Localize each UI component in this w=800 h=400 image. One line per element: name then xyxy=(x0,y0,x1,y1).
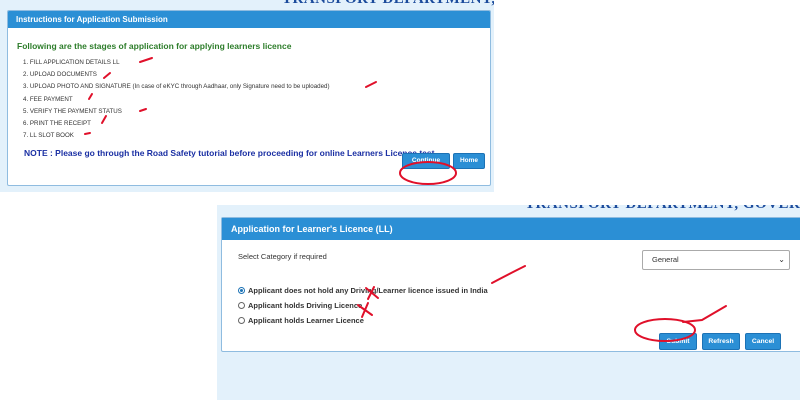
refresh-button[interactable]: Refresh xyxy=(702,333,740,350)
stage-item: 4. FEE PAYMENT xyxy=(23,95,73,103)
radio-label: Applicant holds Driving Licence xyxy=(248,301,363,310)
application-panel: Application for Learner's Licence (LL) S… xyxy=(221,217,800,352)
category-selected-value: General xyxy=(652,255,679,264)
category-label: Select Category if required xyxy=(238,252,327,261)
home-button[interactable]: Home xyxy=(453,153,485,169)
submit-button[interactable]: Submit xyxy=(659,333,697,350)
application-screen: TRANSPORT DEPARTMENT, GOVERNMENT OF Appl… xyxy=(217,205,800,400)
radio-label: Applicant does not hold any Driving/Lear… xyxy=(248,286,488,295)
stages-heading: Following are the stages of application … xyxy=(17,41,292,51)
road-safety-note: NOTE : Please go through the Road Safety… xyxy=(24,148,437,158)
radio-unchecked-icon[interactable] xyxy=(238,317,245,324)
radio-checked-icon[interactable] xyxy=(238,287,245,294)
instructions-screen: TRANSPORT DEPARTMENT, GOVERNMENT Instruc… xyxy=(0,0,494,192)
radio-label: Applicant holds Learner Licence xyxy=(248,316,364,325)
stages-list: 1. FILL APPLICATION DETAILS LL 2. UPLOAD… xyxy=(23,57,330,142)
stage-item: 3. UPLOAD PHOTO AND SIGNATURE (In case o… xyxy=(23,83,330,91)
stage-item: 2. UPLOAD DOCUMENTS xyxy=(23,71,97,79)
department-banner: TRANSPORT DEPARTMENT, GOVERNMENT xyxy=(282,0,494,9)
stage-item: 1. FILL APPLICATION DETAILS LL xyxy=(23,59,120,66)
category-select[interactable]: General ⌄ xyxy=(642,250,790,270)
stage-item: 6. PRINT THE RECEIPT xyxy=(23,119,91,127)
stage-item: 5. VERIFY THE PAYMENT STATUS xyxy=(23,107,122,115)
radio-driving-licence[interactable]: Applicant holds Driving Licence xyxy=(238,301,362,310)
department-banner: TRANSPORT DEPARTMENT, GOVERNMENT OF xyxy=(525,205,800,214)
radio-no-licence[interactable]: Applicant does not hold any Driving/Lear… xyxy=(238,286,488,295)
cancel-button[interactable]: Cancel xyxy=(745,333,781,350)
application-panel-header: Application for Learner's Licence (LL) xyxy=(222,218,800,240)
radio-learner-licence[interactable]: Applicant holds Learner Licence xyxy=(238,316,364,325)
continue-button[interactable]: Continue xyxy=(402,153,450,169)
stage-item: 7. LL SLOT BOOK xyxy=(23,132,74,140)
instructions-panel-header: Instructions for Application Submission xyxy=(8,11,490,28)
chevron-down-icon: ⌄ xyxy=(778,255,785,264)
radio-unchecked-icon[interactable] xyxy=(238,302,245,309)
